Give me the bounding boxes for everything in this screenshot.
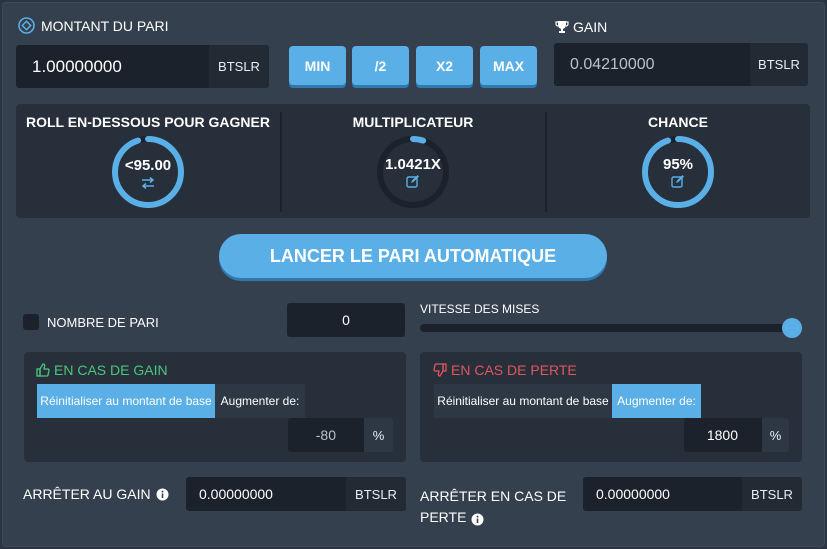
edit-icon[interactable] (406, 175, 420, 188)
edit-icon[interactable] (671, 175, 685, 188)
bet-amount-label: MONTANT DU PARI (41, 17, 169, 34)
bet-amount-icon (18, 17, 35, 34)
thumbs-down-icon (433, 363, 447, 377)
bet-count-label: NOMBRE DE PARI (47, 314, 159, 330)
stop-loss-unit: BTSLR (742, 477, 802, 511)
speed-slider-handle[interactable] (782, 318, 802, 338)
launch-autobet-button[interactable]: LANCER LE PARI AUTOMATIQUE (219, 234, 607, 278)
stats-divider (545, 112, 547, 212)
gain-unit: BTSLR (750, 43, 808, 86)
bet-amount-input[interactable]: 1.00000000 (16, 57, 209, 77)
bet-count-input[interactable]: 0 (287, 303, 405, 337)
stop-gain-input[interactable]: 0.00000000 (186, 486, 346, 502)
half-button[interactable]: /2 (352, 46, 409, 85)
min-button[interactable]: MIN (289, 46, 346, 85)
on-win-increase-tab[interactable]: Augmenter de: (215, 384, 305, 418)
info-icon[interactable] (471, 511, 484, 526)
stop-gain-label: ARRÊTER AU GAIN (23, 486, 151, 502)
roll-under-title: ROLL EN-DESSOUS POUR GAGNER (26, 114, 270, 130)
stop-gain-field[interactable]: 0.00000000 BTSLR (186, 477, 406, 511)
roll-under-value: <95.00 (124, 156, 172, 174)
double-button[interactable]: X2 (416, 46, 473, 85)
on-win-title: EN CAS DE GAIN (54, 362, 168, 378)
swap-icon[interactable] (140, 176, 156, 189)
speed-slider-track (420, 324, 792, 332)
gain-value: 0.04210000 (570, 55, 655, 73)
bet-amount-field[interactable]: 1.00000000 BTSLR (16, 45, 269, 88)
thumbs-up-icon (36, 363, 50, 377)
stop-loss-label-row: ARRÊTER EN CAS DE PERTE (420, 486, 566, 528)
on-loss-unit: % (762, 418, 789, 452)
chance-value: 95% (662, 156, 694, 173)
on-win-reset-tab[interactable]: Réinitialiser au montant de base (37, 384, 215, 418)
bet-count-row: NOMBRE DE PARI (23, 314, 159, 330)
bet-count-value[interactable]: 0 (342, 312, 350, 328)
chance-stat[interactable]: 95% (641, 135, 715, 209)
multiplier-stat[interactable]: 1.0421X (376, 135, 450, 209)
stop-loss-label-cont: PERTE (420, 509, 467, 525)
stop-loss-field[interactable]: 0.00000000 BTSLR (583, 477, 802, 511)
on-loss-title: EN CAS DE PERTE (451, 362, 577, 378)
max-button[interactable]: MAX (480, 46, 537, 85)
gain-label: GAIN (573, 19, 608, 35)
stop-loss-input[interactable]: 0.00000000 (583, 486, 742, 502)
stop-gain-label-row: ARRÊTER AU GAIN (23, 486, 169, 502)
bet-count-checkbox[interactable] (23, 314, 39, 330)
on-loss-field[interactable]: 1800 % (684, 418, 789, 452)
trophy-icon (555, 20, 569, 34)
on-loss-increase-tab[interactable]: Augmenter de: (612, 384, 701, 418)
bet-amount-label-row: MONTANT DU PARI (18, 17, 169, 34)
stats-divider (280, 112, 282, 212)
multiplier-value: 1.0421X (385, 156, 441, 173)
speed-label: VITESSE DES MISES (420, 302, 540, 316)
multiplier-title: MULTIPLICATEUR (352, 114, 474, 130)
info-icon[interactable] (156, 488, 169, 501)
on-loss-reset-tab[interactable]: Réinitialiser au montant de base (434, 384, 612, 418)
on-loss-title-row: EN CAS DE PERTE (433, 362, 577, 378)
on-win-title-row: EN CAS DE GAIN (36, 362, 168, 378)
chance-title: CHANCE (648, 114, 708, 130)
on-win-value[interactable]: -80 (288, 427, 364, 443)
gain-label-row: GAIN (555, 19, 607, 35)
on-loss-value[interactable]: 1800 (684, 427, 762, 443)
on-win-unit: % (364, 418, 393, 452)
speed-slider[interactable] (420, 318, 802, 338)
on-win-field[interactable]: -80 % (288, 418, 393, 452)
stop-loss-label: ARRÊTER EN CAS DE (420, 488, 567, 504)
bet-amount-unit: BTSLR (209, 45, 269, 88)
stop-gain-unit: BTSLR (346, 477, 406, 511)
gain-field: 0.04210000 BTSLR (554, 43, 808, 86)
roll-under-stat[interactable]: <95.00 (111, 135, 185, 209)
